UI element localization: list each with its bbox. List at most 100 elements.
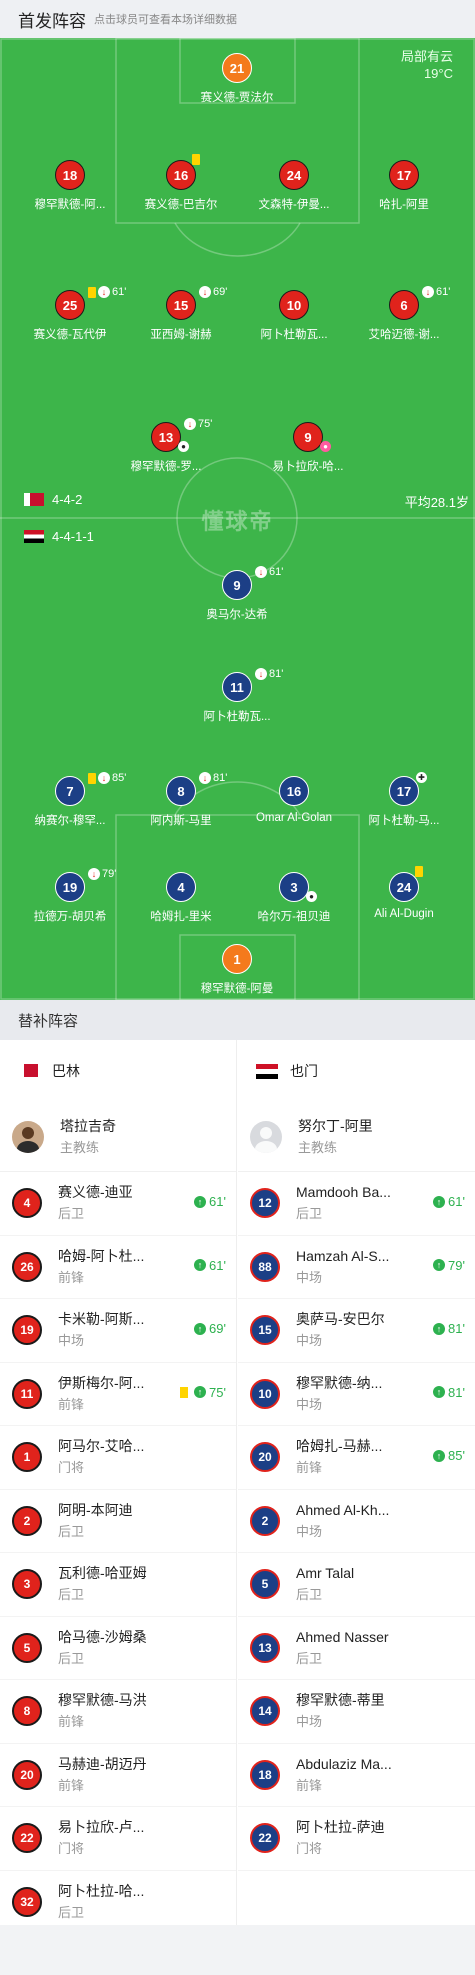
bench-player-row[interactable]: 14 穆罕默德-蒂里 中场 [238,1680,475,1744]
away-formation-label: 4-4-1-1 [52,529,94,544]
home-player[interactable]: 24 文森特-伊曼... [234,160,354,212]
player-position: 前锋 [296,1777,323,1793]
player-name: 穆罕默德-纳... [296,1374,383,1391]
jersey-number: 1 [222,944,252,974]
sub-out-icon: ↓ [255,566,267,578]
jersey-number: 2 [250,1505,280,1536]
bench-player-row[interactable]: 5 哈马德-沙姆桑 后卫 [0,1617,236,1680]
bench-player-row[interactable]: 26 哈姆-阿卜杜... 前锋 ↑ 61' [0,1236,236,1299]
coach-name: 塔拉吉奇 [60,1117,116,1134]
player-position: 后卫 [58,1904,85,1920]
player-position: 门将 [58,1841,85,1857]
coach-row[interactable]: 努尔丁-阿里 主教练 [238,1102,475,1172]
pitch: 懂球帝 局部有云 19°C 4-4-2 平均28.1岁 4-4-1-1 21 赛义… [0,38,475,1000]
home-player[interactable]: 15 ↓ 69' 亚西姆-谢赫 [121,286,241,342]
player-name: 哈姆扎-里米 [150,911,212,923]
away-player[interactable]: 24 Ali Al-Dugin [344,866,464,920]
jersey-number: 3 [279,872,309,902]
team-row-away: 也门 [238,1040,475,1102]
player-position: 前锋 [58,1777,85,1793]
player-name: Ali Al-Dugin [374,908,434,920]
bench-player-row[interactable]: 12 Mamdooh Ba... 后卫 ↑ 61' [238,1172,475,1236]
bench-player-row[interactable]: 22 易卜拉欣-卢... 门将 [0,1807,236,1871]
player-position: 后卫 [58,1206,85,1222]
bench-player-row[interactable]: 13 Ahmed Nasser 后卫 [238,1617,475,1680]
own-goal-icon: ● [320,441,331,452]
away-player[interactable]: 3 ● 哈尔万-祖贝迪 [234,872,354,924]
bench-player-row[interactable]: 1 阿马尔-艾哈... 门将 [0,1426,236,1490]
jersey-number: 15 [166,290,196,320]
player-name: 赛义德-迪亚 [58,1184,133,1201]
away-player[interactable]: 4 哈姆扎-里米 [121,872,241,924]
bench-player-row[interactable]: 20 马赫迪-胡迈丹 前锋 [0,1744,236,1807]
jersey-number: 1 [12,1442,42,1473]
bench-player-row[interactable]: 4 赛义德-迪亚 后卫 ↑ 61' [0,1172,236,1236]
bench-player-row[interactable]: 18 Abdulaziz Ma... 前锋 [238,1744,475,1807]
home-player[interactable]: 18 穆罕默德-阿... [10,160,130,212]
sub-minute: 81' [213,772,228,784]
player-name: 穆罕默德-阿曼 [200,983,274,995]
away-player[interactable]: 17 ✚ 阿卜杜勒-马... [344,772,464,828]
away-player[interactable]: 9 ↓ 61' 奥马尔-达希 [177,566,297,622]
yellow-card-icon [192,154,200,165]
jersey-number: 10 [250,1378,280,1409]
bench-player-row[interactable]: 2 Ahmed Al-Kh... 中场 [238,1490,475,1553]
home-player[interactable]: 16 赛义德-巴吉尔 [121,154,241,212]
sub-in-info: ↑ 79' [433,1258,465,1273]
bench-player-row[interactable]: 20 哈姆扎-马赫... 前锋 ↑ 85' [238,1426,475,1490]
jersey-number: 6 [389,290,419,320]
bench-player-row[interactable]: 11 伊斯梅尔-阿... 前锋 ↑ 75' [0,1363,236,1426]
sub-out-icon: ↓ [98,286,110,298]
home-player[interactable]: 17 哈扎-阿里 [344,160,464,212]
away-player[interactable]: 16 Omar Al-Golan [234,776,354,824]
player-position: 后卫 [58,1587,85,1603]
sub-in-icon: ↑ [433,1449,446,1462]
away-player[interactable]: 19 ↓ 79' 拉德万-胡贝希 [10,868,130,924]
home-player[interactable]: 13 ↓ 75' ● 穆罕默德-罗... [106,418,226,474]
player-name: Hamzah Al-S... [296,1247,390,1264]
away-player[interactable]: 8 ↓ 81' 阿内斯-马里 [121,772,241,828]
jersey-number: 32 [12,1886,42,1917]
away-player[interactable]: 11 ↓ 81' 阿卜杜勒瓦... [177,668,297,724]
sub-in-icon: ↑ [194,1259,207,1271]
bench-player-row[interactable]: 15 奥萨马-安巴尔 中场 ↑ 81' [238,1299,475,1363]
player-name: 文森特-伊曼... [258,199,330,211]
average-age: 平均28.1岁 [404,495,469,510]
sub-minute: 69' [209,1321,226,1336]
player-name: Ahmed Nasser [296,1628,389,1645]
home-player[interactable]: 25 ↓ 61' 赛义德-瓦代伊 [10,286,130,342]
bench-player-row[interactable]: 19 卡米勒-阿斯... 中场 ↑ 69' [0,1299,236,1363]
bench-player-row[interactable]: 3 瓦利德-哈亚姆 后卫 [0,1553,236,1617]
player-name: 阿卜杜勒-马... [368,815,440,827]
sub-minute: 61' [209,1194,226,1209]
jersey-number: 3 [12,1569,42,1600]
player-name: 赛义德-贾法尔 [200,92,274,104]
player-name: 奥马尔-达希 [206,609,268,621]
coach-avatar [12,1120,44,1153]
away-player[interactable]: 1 穆罕默德-阿曼 [177,944,297,996]
jersey-number: 16 [279,776,309,806]
home-player[interactable]: 9 ● 易卜拉欣-哈... [248,422,368,474]
bottom-padding [0,1925,475,1975]
away-player[interactable]: 7 ↓ 85' 纳赛尔-穆罕... [10,772,130,828]
yellow-card-icon [180,1386,189,1398]
bench-player-row[interactable]: 10 穆罕默德-纳... 中场 ↑ 81' [238,1363,475,1426]
bench-player-row[interactable]: 2 阿明-本阿迪 后卫 [0,1490,236,1553]
home-player[interactable]: 6 ↓ 61' 艾哈迈德-谢... [344,286,464,342]
bench-player-row[interactable]: 8 穆罕默德-马洪 前锋 [0,1680,236,1744]
player-events: ↓ 79' [88,868,116,880]
yellow-card-icon [88,286,96,298]
coach-row[interactable]: 塔拉吉奇 主教练 [0,1102,236,1172]
bench: 巴林 塔拉吉奇 主教练 4 赛义德-迪亚 后卫 ↑ 61' 26 哈姆-阿卜杜... 前锋 ↑ 6… [0,1040,475,1934]
bench-player-row[interactable]: 88 Hamzah Al-S... 中场 ↑ 79' [238,1236,475,1299]
jersey-number: 4 [166,872,196,902]
lineup-hint: 点击球员可查看本场详细数据 [94,14,237,26]
bench-player-row[interactable]: 22 阿卜杜拉-萨迪 门将 [238,1807,475,1871]
away-formation: 4-4-1-1 [24,529,94,544]
home-player[interactable]: 10 阿卜杜勒瓦... [234,290,354,342]
player-events: ↓ 81' [199,772,227,784]
jersey-number: 13 [250,1632,280,1663]
bench-player-row[interactable]: 5 Amr Talal 后卫 [238,1553,475,1617]
player-name: 穆罕默德-蒂里 [296,1692,385,1709]
home-player[interactable]: 21 赛义德-贾法尔 [177,53,297,105]
